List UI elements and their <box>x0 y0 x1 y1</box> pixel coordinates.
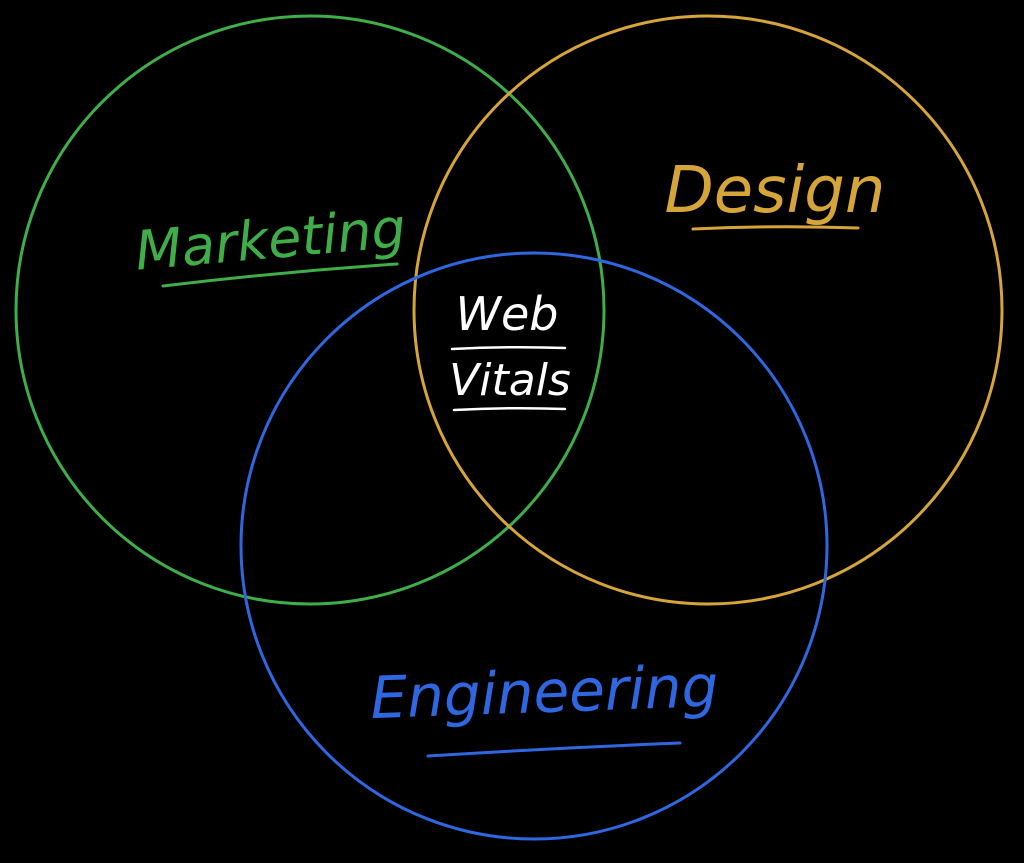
venn-diagram: Marketing Design Engineering Web Vitals <box>0 0 1024 863</box>
design-label: Design <box>665 154 886 228</box>
engineering-label: Engineering <box>369 652 719 732</box>
background <box>0 0 1024 863</box>
center-label-vitals: Vitals <box>449 355 571 406</box>
center-label-web: Web <box>456 287 559 341</box>
